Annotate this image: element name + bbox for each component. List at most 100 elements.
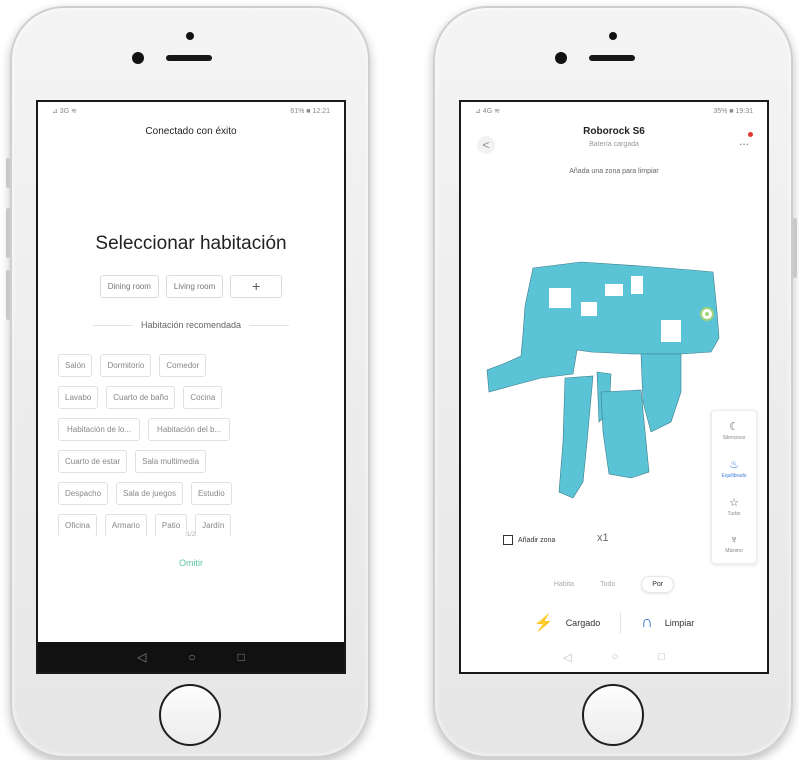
clean-label: Limpiar [664, 618, 695, 628]
nav-recent-icon[interactable]: □ [658, 651, 665, 664]
suggestion-chip[interactable]: Comedor [159, 354, 207, 377]
page-title: Seleccionar habitación [95, 233, 287, 254]
tab-zone[interactable]: Por [641, 576, 675, 593]
suggestion-chip[interactable]: Sala de juegos [116, 482, 183, 505]
charge-button[interactable]: ⚡ Cargado [534, 613, 600, 633]
suggestion-row: Cuarto de estar Sala multimedia [58, 450, 324, 473]
notification-dot [748, 132, 753, 137]
nav-back-icon[interactable]: ◁ [563, 651, 571, 664]
status-bar: ⊿ 4G ≋ 35% ■ 19:31 [461, 102, 767, 120]
star-icon: ☆ [729, 496, 739, 509]
suggestion-row: Habitación de lo... Habitación del b... [58, 418, 324, 441]
action-bar: ⚡ Cargado ∩ Limpiar [461, 612, 767, 634]
moon-icon: ☾ [729, 420, 739, 433]
map-obstacle [549, 288, 571, 308]
suction-mode-panel: ☾ Silencioso ♨ Equilibrado ☆ Turbo ♆ Máx… [711, 410, 757, 564]
suggestion-chip[interactable]: Cocina [183, 386, 223, 409]
divider [92, 324, 133, 326]
android-nav-bar: ◁ ○ □ [38, 642, 344, 672]
tab-room[interactable]: Habita [554, 581, 574, 588]
suggestion-chip[interactable]: Despacho [58, 482, 109, 505]
clean-button[interactable]: ∩ Limpiar [641, 614, 694, 632]
balance-icon: ♨ [729, 458, 739, 471]
lightning-icon: ⚡ [533, 615, 554, 632]
device-header: < Roborock S6 Batería cargada ... [461, 126, 767, 166]
suggestion-chip[interactable]: Patio [154, 514, 188, 536]
suggestion-chip[interactable]: Cuarto de estar [58, 450, 128, 473]
speaker-grille [166, 55, 212, 61]
phone-left: ⊿ 3G ≋ 61% ■ 12:21 Conectado con éxito S… [6, 6, 370, 758]
nav-recent-icon[interactable]: □ [238, 650, 245, 664]
mode-label: Equilibrado [721, 472, 747, 479]
zone-square-icon [503, 535, 513, 545]
suggestion-chip[interactable]: Jardín [195, 514, 232, 536]
room-chip-living[interactable]: Living room [165, 275, 224, 298]
power-button [793, 218, 797, 278]
header-title: Conectado con éxito [145, 126, 237, 137]
suggestion-chip[interactable]: Armario [104, 514, 147, 536]
mode-label: Silencioso [722, 434, 746, 441]
suggestion-chip[interactable]: Oficina [58, 514, 97, 536]
android-nav-bar: ◁ ○ □ [461, 651, 767, 664]
speaker-grille [589, 55, 635, 61]
add-room-button[interactable]: + [230, 275, 283, 298]
map-obstacle [605, 284, 623, 296]
map-obstacle [661, 320, 681, 342]
mode-turbo[interactable]: ☆ Turbo [712, 487, 756, 525]
map-floor-room [600, 389, 650, 479]
more-options-button[interactable]: ... [739, 134, 749, 148]
device-status: Batería cargada [589, 141, 639, 148]
map-obstacle [631, 276, 643, 294]
mode-balanced[interactable]: ♨ Equilibrado [712, 449, 756, 487]
cleaning-map[interactable] [481, 242, 741, 512]
nav-home-icon[interactable]: ○ [612, 651, 619, 664]
nav-back-icon[interactable]: ◁ [137, 650, 146, 664]
home-button[interactable] [159, 684, 221, 746]
suggestion-chip[interactable]: Lavabo [58, 386, 99, 409]
screen-right: ⊿ 4G ≋ 35% ■ 19:31 < Roborock S6 Batería… [459, 100, 769, 674]
clean-mode-tabs: Habita Todo Por [461, 576, 767, 593]
status-battery-time: 35% ■ 19:31 [713, 107, 753, 115]
suggestion-chip[interactable]: Salón [58, 354, 93, 377]
suggestion-chip[interactable]: Dormitorio [100, 354, 152, 377]
room-chips: Dining room Living room + [38, 275, 344, 298]
suggestion-list: Salón Dormitorio Comedor Lavabo Cuarto d… [38, 354, 344, 536]
device-name: Roborock S6 [583, 126, 645, 137]
screen-left: ⊿ 3G ≋ 61% ■ 12:21 Conectado con éxito S… [36, 100, 346, 674]
zone-hint: Añada una zona para limpiar [569, 168, 659, 175]
status-bar: ⊿ 3G ≋ 61% ■ 12:21 [38, 102, 344, 120]
suggestion-chip[interactable]: Habitación de lo... [58, 418, 141, 441]
mute-switch [6, 158, 10, 188]
volume-up-button [6, 208, 10, 258]
home-button[interactable] [582, 684, 644, 746]
divider [249, 324, 290, 326]
skip-link[interactable]: Omitir [38, 558, 344, 568]
status-signal: ⊿ 4G ≋ [475, 108, 500, 115]
robot-icon [705, 312, 709, 316]
map-obstacle [581, 302, 597, 316]
suggestion-chip[interactable]: Cuarto de baño [106, 386, 176, 409]
clean-path-icon: ∩ [641, 614, 653, 631]
volume-down-button [6, 270, 10, 320]
add-zone-button[interactable]: Añadir zona [503, 535, 555, 545]
mode-label: Máximo [725, 548, 743, 554]
sensor [132, 52, 144, 64]
suggestion-row: Lavabo Cuarto de baño Cocina [58, 386, 324, 409]
mode-max[interactable]: ♆ Máximo [712, 525, 756, 563]
mode-quiet[interactable]: ☾ Silencioso [712, 411, 756, 449]
phone-right: ⊿ 4G ≋ 35% ■ 19:31 < Roborock S6 Batería… [433, 6, 797, 758]
map-floor-hallway [558, 375, 594, 499]
mode-label: Turbo [727, 510, 741, 517]
back-button[interactable]: < [477, 136, 495, 154]
recommended-header: Habitación recomendada [38, 320, 344, 330]
tab-all[interactable]: Todo [600, 581, 615, 588]
nav-home-icon[interactable]: ○ [188, 650, 195, 664]
map-floor-kitchen [640, 353, 682, 433]
suggestion-chip[interactable]: Sala multimedia [135, 450, 207, 473]
clean-times[interactable]: x1 [597, 532, 609, 544]
suggestion-chip[interactable]: Estudio [190, 482, 232, 505]
room-chip-dining[interactable]: Dining room [99, 275, 159, 298]
suggestion-row: Salón Dormitorio Comedor [58, 354, 324, 377]
suggestion-chip[interactable]: Habitación del b... [148, 418, 231, 441]
divider [620, 612, 622, 634]
